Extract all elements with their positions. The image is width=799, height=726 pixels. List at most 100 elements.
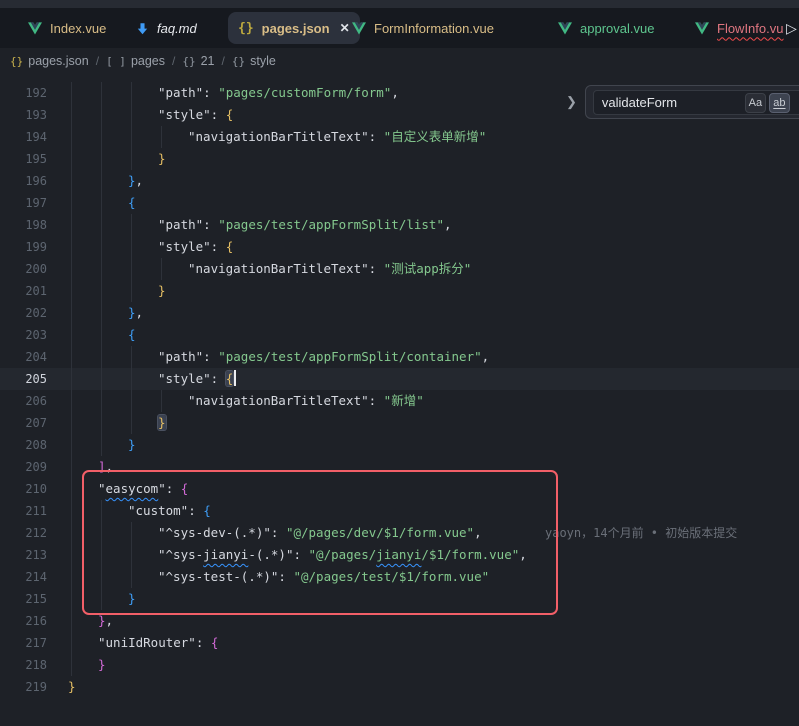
line-number[interactable]: 193 — [0, 104, 47, 126]
code-line-211[interactable]: 211"custom": { — [0, 500, 799, 522]
code-line-208[interactable]: 208} — [0, 434, 799, 456]
code-line-214[interactable]: 214"^sys-test-(.*)": "@/pages/test/$1/fo… — [0, 566, 799, 588]
code-line-196[interactable]: 196}, — [0, 170, 799, 192]
indent-guide — [71, 434, 72, 456]
code-line-198[interactable]: 198"path": "pages/test/appFormSplit/list… — [0, 214, 799, 236]
tab-index-vue[interactable]: Index.vue — [18, 12, 116, 44]
tab-approval-vue[interactable]: approval.vue — [548, 12, 664, 44]
line-number[interactable]: 209 — [0, 456, 47, 478]
line-number[interactable]: 219 — [0, 676, 47, 698]
code-line-212[interactable]: 212"^sys-dev-(.*)": "@/pages/dev/$1/form… — [0, 522, 799, 544]
code-line-205[interactable]: 205"style": { — [0, 368, 799, 390]
token: "navigationBarTitleText": — [188, 261, 384, 276]
code-line-219[interactable]: 219} — [0, 676, 799, 698]
line-number[interactable]: 194 — [0, 126, 47, 148]
tab-label: Index.vue — [50, 21, 106, 36]
code-line-216[interactable]: 216}, — [0, 610, 799, 632]
line-number[interactable]: 214 — [0, 566, 47, 588]
line-number[interactable]: 202 — [0, 302, 47, 324]
line-number[interactable]: 195 — [0, 148, 47, 170]
indent-guide — [71, 544, 72, 566]
code-line-200[interactable]: 200"navigationBarTitleText": "测试app拆分" — [0, 258, 799, 280]
find-input[interactable] — [602, 95, 742, 110]
line-number[interactable]: 212 — [0, 522, 47, 544]
code-line-215[interactable]: 215} — [0, 588, 799, 610]
code-line-213[interactable]: 213"^sys-jianyi-(.*)": "@/pages/jianyi/$… — [0, 544, 799, 566]
line-number[interactable]: 213 — [0, 544, 47, 566]
line-number[interactable]: 218 — [0, 654, 47, 676]
indent-guide — [101, 588, 102, 610]
breadcrumb-separator: / — [222, 54, 225, 68]
tab-pages-json[interactable]: {}pages.json✕ — [228, 12, 360, 44]
line-number[interactable]: 206 — [0, 390, 47, 412]
editor-pane[interactable]: 192"path": "pages/customForm/form",193"s… — [0, 74, 799, 726]
code-line-217[interactable]: 217"uniIdRouter": { — [0, 632, 799, 654]
indent-guide — [131, 280, 132, 302]
find-toggle-regex[interactable]: .* — [793, 93, 799, 113]
breadcrumb-item-style[interactable]: {}style — [232, 54, 276, 68]
code-line-203[interactable]: 203 { — [0, 324, 799, 346]
find-widget: ❯ Aaab.* — [566, 85, 799, 119]
line-number[interactable]: 198 — [0, 214, 47, 236]
code-text: ], — [98, 456, 113, 478]
tab-label: faq.md — [157, 21, 197, 36]
find-toggle-whole-word[interactable]: ab — [769, 93, 790, 113]
line-number[interactable]: 215 — [0, 588, 47, 610]
code-line-199[interactable]: 199"style": { — [0, 236, 799, 258]
line-number[interactable]: 207 — [0, 412, 47, 434]
line-number[interactable]: 199 — [0, 236, 47, 258]
find-box: Aaab.* — [585, 85, 799, 119]
indent-guide — [101, 148, 102, 170]
line-number[interactable]: 196 — [0, 170, 47, 192]
token: "新增" — [384, 393, 424, 408]
vue-icon — [352, 22, 366, 35]
tab-flowinfo-vu[interactable]: FlowInfo.vu — [685, 12, 793, 44]
indent-guide — [101, 412, 102, 434]
code-line-195[interactable]: 195} — [0, 148, 799, 170]
token: /$1/form.vue" — [421, 547, 519, 562]
token: { — [128, 327, 136, 342]
tab-label: approval.vue — [580, 21, 654, 36]
tab-label: FlowInfo.vu — [717, 21, 783, 36]
code-line-206[interactable]: 206"navigationBarTitleText": "新增" — [0, 390, 799, 412]
token: } — [98, 657, 106, 672]
line-number[interactable]: 192 — [0, 82, 47, 104]
git-blame-annotation: yaoyn，14个月前 • 初始版本提交 — [545, 522, 737, 544]
line-number[interactable]: 216 — [0, 610, 47, 632]
code-line-194[interactable]: 194"navigationBarTitleText": "自定义表单新增" — [0, 126, 799, 148]
line-number[interactable]: 217 — [0, 632, 47, 654]
code-line-197[interactable]: 197{ — [0, 192, 799, 214]
tab-forminformation-vue[interactable]: FormInformation.vue — [342, 12, 504, 44]
indent-guide — [131, 412, 132, 434]
line-number[interactable]: 197 — [0, 192, 47, 214]
indent-guide — [131, 236, 132, 258]
indent-guide — [101, 346, 102, 368]
code-line-204[interactable]: 204"path": "pages/test/appFormSplit/cont… — [0, 346, 799, 368]
code-line-209[interactable]: 209], — [0, 456, 799, 478]
line-number[interactable]: 203 — [0, 324, 47, 346]
indent-guide — [101, 236, 102, 258]
indent-guide — [71, 632, 72, 654]
code-line-210[interactable]: 210"easycom": { — [0, 478, 799, 500]
line-number[interactable]: 201 — [0, 280, 47, 302]
line-number[interactable]: 211 — [0, 500, 47, 522]
find-expand-chevron-icon[interactable]: ❯ — [566, 94, 577, 110]
breadcrumb-item-pages[interactable]: [ ]pages — [106, 54, 165, 68]
find-toggle-match-case[interactable]: Aa — [745, 93, 766, 113]
line-number[interactable]: 210 — [0, 478, 47, 500]
line-number[interactable]: 204 — [0, 346, 47, 368]
code-line-218[interactable]: 218} — [0, 654, 799, 676]
code-line-207[interactable]: 207} — [0, 412, 799, 434]
token: , — [106, 613, 114, 628]
indent-guide — [131, 126, 132, 148]
line-number[interactable]: 205 — [0, 368, 47, 390]
breadcrumb-item-21[interactable]: {}21 — [182, 54, 214, 68]
indent-guide — [101, 258, 102, 280]
code-line-201[interactable]: 201} — [0, 280, 799, 302]
line-number[interactable]: 208 — [0, 434, 47, 456]
breadcrumb-item-pages-json[interactable]: {}pages.json — [10, 54, 89, 68]
tab-label: pages.json — [262, 21, 330, 36]
tab-faq-md[interactable]: faq.md — [126, 12, 207, 44]
line-number[interactable]: 200 — [0, 258, 47, 280]
code-line-202[interactable]: 202}, — [0, 302, 799, 324]
